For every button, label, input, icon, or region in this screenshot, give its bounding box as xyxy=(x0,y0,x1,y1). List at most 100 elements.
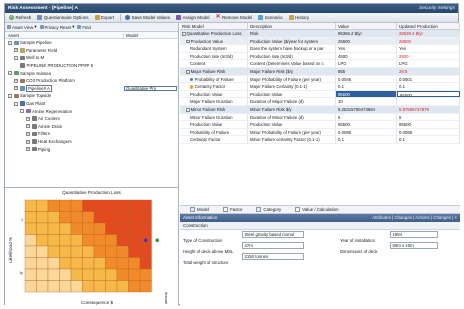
tree-item[interactable]: - Sample Topside xyxy=(5,92,178,100)
export-button[interactable]: Export xyxy=(93,14,117,22)
tree-item[interactable]: + CO3 Production Platform xyxy=(5,77,178,85)
assign-model-button[interactable]: Assign Model xyxy=(174,14,212,22)
tree-item[interactable]: + Parameter Field xyxy=(5,47,178,55)
risk-matrix-cell[interactable] xyxy=(128,245,141,258)
model-assignment-cell[interactable]: Quantitative Pro xyxy=(124,85,177,92)
history-button[interactable]: History xyxy=(287,14,312,22)
risk-matrix-cell[interactable] xyxy=(139,245,152,258)
risk-matrix-cell[interactable] xyxy=(128,268,141,281)
save-model-values-button[interactable]: Save Model Values xyxy=(123,14,172,22)
risk-matrix-cell[interactable] xyxy=(47,245,60,258)
year-of-installation-field[interactable]: 1994 xyxy=(390,230,438,238)
grid-row[interactable]: Content Content (Determines Value based o… xyxy=(180,60,460,68)
security-settings-link[interactable]: Security Settings xyxy=(419,4,455,13)
risk-matrix-cell[interactable] xyxy=(82,211,95,224)
expand-toggle[interactable]: + xyxy=(26,147,30,152)
risk-matrix-cell[interactable] xyxy=(139,280,152,293)
risk-matrix-cell[interactable] xyxy=(93,245,106,258)
tree-item[interactable]: + Amine Drain xyxy=(5,123,178,131)
refresh-button[interactable]: Refresh xyxy=(7,14,33,22)
value-column-header[interactable]: Value xyxy=(336,23,397,29)
risk-matrix-cell[interactable] xyxy=(82,268,95,281)
risk-matrix-cell[interactable] xyxy=(93,199,106,212)
value-cell[interactable]: 85500 xyxy=(336,90,397,98)
risk-matrix-cell[interactable] xyxy=(105,211,118,224)
risk-matrix-cell[interactable] xyxy=(105,222,118,235)
risk-marker[interactable] xyxy=(155,238,160,243)
tree-item[interactable]: + Filters xyxy=(5,130,178,138)
risk-matrix-cell[interactable] xyxy=(116,211,129,224)
risk-matrix-cell[interactable] xyxy=(116,199,129,212)
value-cell[interactable]: 5 xyxy=(336,113,397,121)
tree-item[interactable]: - Sample Subsea xyxy=(5,69,178,77)
grid-row[interactable]: Probability of Failure Major Probability … xyxy=(180,75,460,84)
risk-matrix-cell[interactable] xyxy=(24,211,37,224)
risk-matrix-cell[interactable] xyxy=(82,234,95,247)
risk-matrix-cell[interactable] xyxy=(105,234,118,247)
risk-matrix-cell[interactable] xyxy=(105,280,118,293)
asset-information-tabs[interactable]: Attributes | Changes | Actions | Changes… xyxy=(372,214,457,222)
risk-matrix-cell[interactable] xyxy=(93,234,106,247)
risk-matrix-cell[interactable] xyxy=(59,280,72,293)
value-cell[interactable]: 0.1 xyxy=(336,83,397,90)
risk-matrix-cell[interactable] xyxy=(105,268,118,281)
risk-matrix-cell[interactable] xyxy=(36,234,49,247)
risk-matrix-cell[interactable] xyxy=(24,199,37,212)
value-cell[interactable]: 0.1 xyxy=(336,136,397,143)
risk-matrix-cell[interactable] xyxy=(24,257,37,270)
updated-production-cell[interactable]: 28500 xyxy=(397,37,460,45)
risk-matrix-cell[interactable] xyxy=(59,234,72,247)
tree-item[interactable]: + Air Coolers xyxy=(5,115,178,123)
risk-matrix-cell[interactable] xyxy=(59,245,72,258)
risk-matrix-cell[interactable] xyxy=(59,199,72,212)
updated-production-cell[interactable]: 85500 xyxy=(397,90,460,98)
updated-production-column-header[interactable]: Updated Production xyxy=(397,23,460,29)
expand-toggle[interactable]: + xyxy=(14,78,18,83)
remove-model-button[interactable]: ✕ Remove Model xyxy=(214,14,255,22)
risk-matrix-cell[interactable] xyxy=(36,245,49,258)
risk-matrix-cell[interactable] xyxy=(128,211,141,224)
risk-matrix-cell[interactable] xyxy=(139,222,152,235)
grid-row[interactable]: Certainty Factor Major Failure Certainty … xyxy=(180,83,460,91)
value-cell[interactable]: LPG xyxy=(336,60,397,67)
grid-row[interactable]: Certainty Factor Minor Failure certainty … xyxy=(180,136,460,144)
grid-row[interactable]: Minor Failure Duration Duration of Minor … xyxy=(180,113,460,122)
risk-matrix-cell[interactable] xyxy=(128,280,141,293)
structure-weight-field[interactable]: 2150 tonnes xyxy=(242,252,304,260)
updated-production-cell[interactable]: 0.1 xyxy=(397,83,460,90)
tree-item[interactable]: - Gas Plant xyxy=(5,100,178,108)
questionnaire-options-button[interactable]: Questionnaire Options xyxy=(35,14,90,22)
tree-item[interactable]: PIPELINE PRODUCTION PP#P 5 xyxy=(5,62,178,70)
expand-toggle[interactable]: + xyxy=(14,86,18,91)
grid-row[interactable]: Production rate (m3/d) Production rate (m… xyxy=(180,52,460,61)
grid-row[interactable]: - Major Failure Risk Major Failure Risk ($… xyxy=(180,67,460,76)
value-cell[interactable]: 25500 xyxy=(336,37,397,45)
risk-matrix-cell[interactable] xyxy=(93,268,106,281)
updated-production-cell[interactable] xyxy=(397,98,460,105)
risk-matrix-cell[interactable] xyxy=(47,234,60,247)
risk-matrix-cell[interactable] xyxy=(128,199,141,212)
risk-matrix-cell[interactable] xyxy=(36,211,49,224)
collapse-toggle[interactable]: - xyxy=(186,39,190,44)
risk-matrix-cell[interactable] xyxy=(93,211,106,224)
description-column-header[interactable]: Description xyxy=(248,23,336,29)
risk-matrix-cell[interactable] xyxy=(70,245,83,258)
updated-production-cell[interactable]: Yes xyxy=(397,45,460,52)
updated-production-cell[interactable]: 5.87596747879 xyxy=(397,105,460,113)
risk-matrix-cell[interactable] xyxy=(70,234,83,247)
risk-matrix-cell[interactable] xyxy=(82,280,95,293)
tree-item[interactable]: + Heat Exchangers xyxy=(5,138,178,146)
collapse-toggle[interactable]: - xyxy=(14,55,18,60)
expand-toggle[interactable]: + xyxy=(26,124,30,129)
updated-production-cell[interactable]: 0.1 xyxy=(397,136,460,143)
collapse-toggle[interactable]: - xyxy=(8,71,12,76)
grid-row[interactable]: - Quantitative Production Loss Risk 96366.2… xyxy=(180,30,460,38)
risk-matrix-cell[interactable] xyxy=(128,222,141,235)
risk-matrix-cell[interactable] xyxy=(70,199,83,212)
risk-matrix-cell[interactable] xyxy=(70,211,83,224)
grid-row[interactable]: Production Value Production Value 85500 855… xyxy=(180,121,460,129)
risk-matrix-cell[interactable] xyxy=(24,280,37,293)
risk-matrix-cell[interactable] xyxy=(59,222,72,235)
deck-dimensions-field[interactable]: 50m x 10m xyxy=(390,241,438,249)
risk-matrix-cell[interactable] xyxy=(70,280,83,293)
